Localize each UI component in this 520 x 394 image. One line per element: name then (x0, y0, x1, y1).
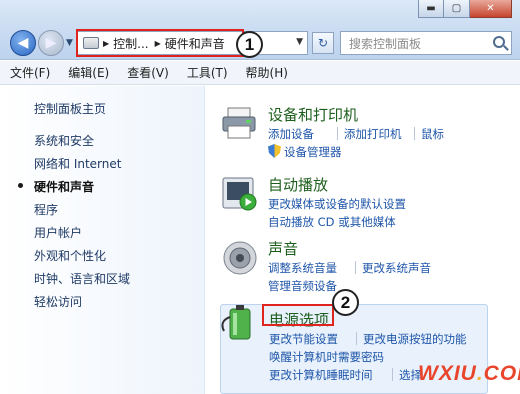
search-icon[interactable] (493, 36, 505, 48)
category-sound: 声音 调整系统音量 更改系统声音 管理音频设备 (220, 238, 510, 294)
forward-button[interactable]: ▶ (38, 30, 64, 56)
link-require-password-wakeup[interactable]: 唤醒计算机时需要密码 (269, 349, 384, 365)
speaker-icon (223, 241, 257, 275)
link-autoplay-cd[interactable]: 自动播放 CD 或其他媒体 (268, 214, 396, 230)
category-title-autoplay[interactable]: 自动播放 (268, 174, 328, 195)
link-change-sleep-time[interactable]: 更改计算机睡眠时间 (269, 367, 373, 383)
watermark-logo: WXIU.COM (418, 362, 520, 386)
link-separator (392, 368, 393, 381)
refresh-button[interactable]: ↻ (312, 32, 334, 54)
sidebar-item-programs[interactable]: 程序 (34, 201, 58, 218)
minimize-button[interactable]: ▬ (418, 0, 444, 18)
link-change-default-media[interactable]: 更改媒体或设备的默认设置 (268, 196, 406, 212)
menu-edit[interactable]: 编辑(E) (68, 64, 109, 81)
link-change-power-button[interactable]: 更改电源按钮的功能 (363, 331, 467, 347)
battery-icon (221, 305, 251, 340)
menu-tools[interactable]: 工具(T) (187, 64, 228, 81)
link-add-device[interactable]: 添加设备 (268, 126, 314, 142)
category-title-sound[interactable]: 声音 (268, 238, 298, 259)
sidebar-item-ease-of-access[interactable]: 轻松访问 (34, 293, 82, 310)
sidebar-item-hardware-sound[interactable]: 硬件和声音 (34, 178, 94, 195)
callout-marker-1: 1 (236, 31, 263, 58)
main-content: 设备和打印机 添加设备 添加打印机 鼠标 设备管理器 自动播放 更改媒体或设备的… (206, 86, 520, 394)
menu-view[interactable]: 查看(V) (127, 64, 169, 81)
sidebar-item-clock-region[interactable]: 时钟、语言和区域 (34, 270, 130, 287)
address-dropdown-icon[interactable]: ▼ (296, 37, 303, 47)
category-title-devices[interactable]: 设备和打印机 (268, 104, 358, 125)
watermark-dot: . (476, 362, 484, 385)
active-bullet-icon (18, 183, 23, 188)
sidebar-item-network[interactable]: 网络和 Internet (34, 155, 121, 172)
category-devices-printers: 设备和打印机 添加设备 添加打印机 鼠标 设备管理器 (220, 104, 510, 174)
menu-help[interactable]: 帮助(H) (246, 64, 288, 81)
link-change-power-saving[interactable]: 更改节能设置 (269, 331, 338, 347)
window-controls: ▬ ▢ ✕ (418, 0, 512, 18)
sidebar-item-home[interactable]: 控制面板主页 (34, 100, 106, 117)
link-separator (356, 332, 357, 345)
highlight-box-address (76, 29, 244, 57)
maximize-button[interactable]: ▢ (444, 0, 470, 18)
menu-file[interactable]: 文件(F) (10, 64, 50, 81)
highlight-box-power (262, 304, 334, 326)
sidebar: 控制面板主页 系统和安全 网络和 Internet 硬件和声音 程序 用户帐户 … (0, 86, 205, 394)
autoplay-icon (222, 177, 257, 211)
link-add-printer[interactable]: 添加打印机 (344, 126, 402, 142)
link-adjust-volume[interactable]: 调整系统音量 (268, 260, 337, 276)
link-separator (414, 127, 415, 140)
back-button[interactable]: ◀ (10, 30, 36, 56)
sidebar-item-system-security[interactable]: 系统和安全 (34, 132, 94, 149)
menu-bar: 文件(F) 编辑(E) 查看(V) 工具(T) 帮助(H) (0, 61, 520, 85)
printer-icon (222, 107, 256, 139)
uac-shield-icon (268, 144, 281, 158)
history-dropdown-icon[interactable]: ▼ (66, 38, 73, 48)
category-autoplay: 自动播放 更改媒体或设备的默认设置 自动播放 CD 或其他媒体 (220, 174, 510, 230)
close-button[interactable]: ✕ (470, 0, 512, 18)
callout-marker-2: 2 (332, 289, 359, 316)
link-device-manager[interactable]: 设备管理器 (284, 144, 342, 160)
link-mouse[interactable]: 鼠标 (421, 126, 444, 142)
sidebar-item-appearance[interactable]: 外观和个性化 (34, 247, 106, 264)
search-input[interactable]: 搜索控制面板 (340, 31, 512, 55)
search-placeholder: 搜索控制面板 (349, 36, 422, 51)
link-separator (337, 127, 338, 140)
link-manage-audio-devices[interactable]: 管理音频设备 (268, 278, 337, 294)
watermark-text-b: COM (483, 362, 520, 385)
watermark-text-a: WXIU (418, 362, 477, 385)
link-separator (355, 261, 356, 274)
link-change-system-sounds[interactable]: 更改系统声音 (362, 260, 431, 276)
sidebar-item-user-accounts[interactable]: 用户帐户 (34, 224, 82, 241)
